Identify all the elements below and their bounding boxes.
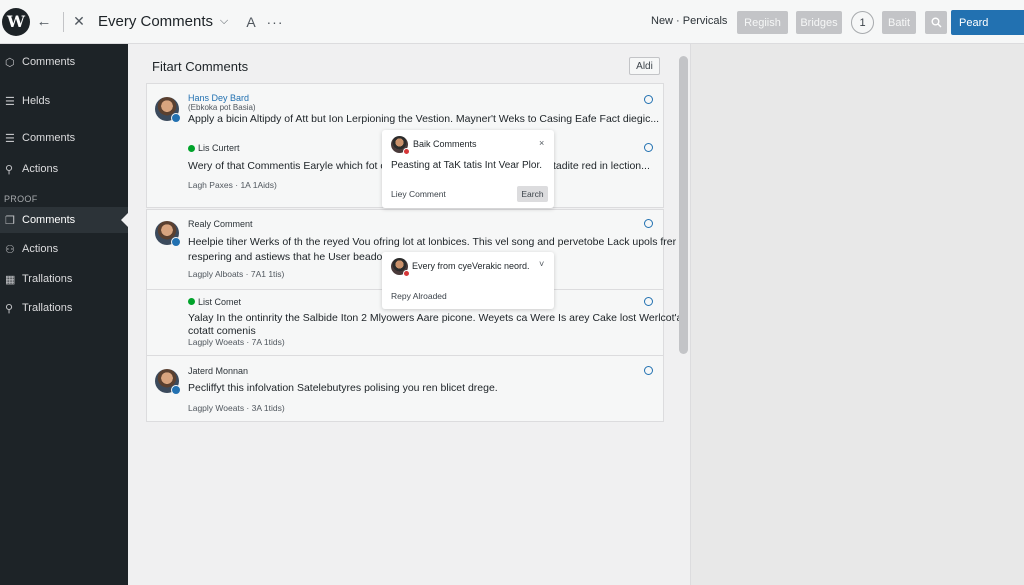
wordpress-logo-icon[interactable]: W <box>2 7 30 36</box>
comment-author[interactable]: Realy Comment <box>188 219 253 229</box>
comment-author[interactable]: Hans Dey Bard <box>188 93 249 103</box>
sidebar-item-helds[interactable]: ☰ Helds <box>0 88 128 114</box>
sidebar-section-heading: PROOF <box>4 194 38 204</box>
status-dot-icon <box>403 148 410 155</box>
popover-title: Baik Comments <box>413 139 477 149</box>
comment-author[interactable]: List Comet <box>198 297 241 307</box>
comment-text: Wery of that Commentis Earyle which fot … <box>188 160 393 172</box>
popover-title: Every from cyeVerakic neord. <box>412 261 530 271</box>
comment-text: Apply a bicin Altipdy of Att but Ion Ler… <box>188 113 660 125</box>
check-icon <box>188 145 195 152</box>
right-panel <box>690 44 1024 585</box>
avatar[interactable] <box>155 221 181 247</box>
comment-author[interactable]: Lis Curtert <box>198 143 240 153</box>
register-button[interactable]: Regiish <box>737 11 788 34</box>
sidebar: ⬡ Comments ☰ Helds ☰ Comments ⚲ Actions PROO… <box>0 44 128 585</box>
sidebar-item-label: Comments <box>22 56 76 68</box>
toolbar-divider <box>63 12 64 32</box>
list-icon: ☰ <box>5 132 15 145</box>
comment-meta: Lagply Alboats · 7A1 1tis) <box>188 269 285 279</box>
new-pervicals-link[interactable]: New · Pervicals <box>651 15 727 27</box>
top-toolbar: W ← ✕ Every Comments ⌵ A ··· New · Pervi… <box>0 0 1024 44</box>
person-icon: ⚇ <box>5 243 15 256</box>
sidebar-item-label: Trallations <box>22 273 73 285</box>
chevron-down-icon[interactable]: ⌵ <box>216 0 232 44</box>
sidebar-item-trallations[interactable]: ▦ Trallations <box>0 266 128 292</box>
document-title[interactable]: Every Comments <box>98 13 213 30</box>
comment-meta: Lagply Woeats · 7A 1tids) <box>188 337 285 347</box>
page-title: Fitart Comments <box>152 59 249 74</box>
sidebar-item-label: Trallations <box>22 302 73 314</box>
comment-options-icon[interactable] <box>644 219 653 228</box>
avatar <box>391 258 410 277</box>
comment-text-continued: cotatt comenis <box>188 325 256 337</box>
count-badge-button[interactable]: 1 <box>851 11 874 34</box>
sidebar-item-comments[interactable]: ⬡ Comments <box>0 49 128 75</box>
verified-badge-icon <box>171 237 181 247</box>
comment-options-icon[interactable] <box>644 143 653 152</box>
chevron-down-icon[interactable]: ˅ <box>539 259 544 269</box>
pin-icon: ⚲ <box>5 302 14 315</box>
batit-button[interactable]: Batit <box>882 11 916 34</box>
comment-popover: Baik Comments × Peasting at TaK tatis In… <box>382 130 554 208</box>
pages-icon: ❐ <box>5 214 15 227</box>
comment-options-icon[interactable] <box>644 366 653 375</box>
avatar[interactable] <box>155 97 181 123</box>
scrollbar-thumb[interactable] <box>679 56 688 354</box>
search-button[interactable] <box>925 11 947 34</box>
comment-author[interactable]: Jaterd Monnan <box>188 366 248 376</box>
comment-options-icon[interactable] <box>644 95 653 104</box>
sidebar-item-actions[interactable]: ⚲ Actions <box>0 156 128 182</box>
sidebar-item-trallations-2[interactable]: ⚲ Trallations <box>0 295 128 321</box>
divider <box>147 355 663 356</box>
verified-badge-icon <box>171 113 181 123</box>
reply-label[interactable]: Liey Comment <box>391 189 446 199</box>
comment-subtitle: (Ebkoka pot Basia) <box>188 103 256 112</box>
comment-text: Pecliffyt this infolvation Satelebutyres… <box>188 382 498 394</box>
reply-label[interactable]: Repy Alroaded <box>391 291 447 301</box>
sidebar-item-comments-active[interactable]: ❐ Comments <box>0 207 128 233</box>
close-icon[interactable]: ✕ <box>70 0 88 44</box>
publish-button[interactable]: Peard <box>951 10 1024 35</box>
comment-meta: Lagh Paxes · 1A 1Aids) <box>188 180 277 190</box>
pin-icon: ⚲ <box>5 163 14 176</box>
list-icon: ☰ <box>5 95 15 108</box>
comment-text: Yalay In the ontinrity the Salbide Iton … <box>188 312 683 324</box>
avatar <box>391 136 410 155</box>
comment-popover: Every from cyeVerakic neord. ˅ Repy Alro… <box>382 252 554 309</box>
bridges-button[interactable]: Bridges <box>796 11 842 34</box>
back-arrow-icon[interactable]: ← <box>34 0 54 44</box>
text-style-icon[interactable]: A <box>244 0 258 44</box>
more-options-icon[interactable]: ··· <box>267 0 283 44</box>
search-button[interactable]: Earch <box>517 186 548 202</box>
status-dot-icon <box>403 270 410 277</box>
avatar[interactable] <box>155 369 181 395</box>
comment-meta: Lagply Woeats · 3A 1tids) <box>188 403 285 413</box>
sidebar-item-label: Comments <box>22 214 76 226</box>
check-icon <box>188 298 195 305</box>
comment-text-continued: tadite red in lection... <box>553 160 650 172</box>
sidebar-item-label: Actions <box>22 243 59 255</box>
popover-text: Peasting at TaK tatis Int Vear Plor. <box>391 160 543 171</box>
close-icon[interactable]: × <box>539 138 544 148</box>
grid-icon: ▦ <box>5 273 16 286</box>
verified-badge-icon <box>171 385 181 395</box>
comment-text-continued: respering and astiews that he User beado… <box>188 251 389 263</box>
comment-options-icon[interactable] <box>644 297 653 306</box>
comment-text: Heelpie tiher Werks of th the reyed Vou … <box>188 236 677 248</box>
sidebar-item-comments-2[interactable]: ☰ Comments <box>0 125 128 151</box>
shield-icon: ⬡ <box>5 56 15 69</box>
add-button[interactable]: Aldi <box>629 57 660 75</box>
sidebar-item-label: Helds <box>22 95 51 107</box>
sidebar-item-label: Comments <box>22 132 76 144</box>
search-icon <box>931 17 941 28</box>
sidebar-item-actions-2[interactable]: ⚇ Actions <box>0 236 128 262</box>
sidebar-item-label: Actions <box>22 163 59 175</box>
